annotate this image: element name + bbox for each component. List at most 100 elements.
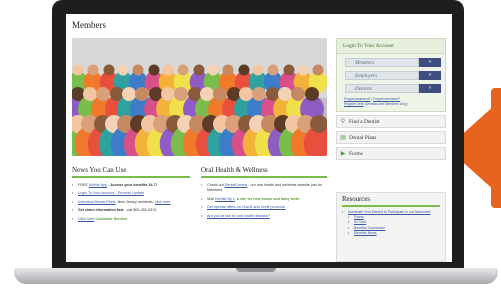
news-title: News You Can Use bbox=[72, 166, 127, 174]
oral-health-item: Visit Dentist By 1, a site for new moms … bbox=[201, 196, 327, 203]
individual-plans-link[interactable]: Individual Dental Plans bbox=[78, 200, 116, 204]
dental-plans-label: Dental Plans bbox=[349, 134, 377, 141]
oral-item-text: , a site for new moms and baby teeth. bbox=[234, 196, 301, 201]
dental-plans-button[interactable]: ▤ Dental Plans bbox=[336, 131, 446, 144]
hero-photo bbox=[72, 38, 327, 156]
person-head bbox=[291, 87, 305, 101]
forgot-password-link[interactable]: Forgot password? bbox=[344, 97, 370, 101]
login-panel: Login To Your Account Members » Employer… bbox=[336, 38, 446, 112]
person-head bbox=[135, 87, 149, 101]
special-offers-link[interactable]: Get special offers on Oral-B and Crest p… bbox=[207, 205, 286, 209]
document-icon: ▤ bbox=[340, 135, 346, 141]
person-head bbox=[200, 87, 214, 101]
laptop-notch bbox=[236, 268, 276, 272]
find-dentist-button[interactable]: ⚲ Find a Dentist bbox=[336, 115, 446, 128]
person-head bbox=[207, 64, 219, 76]
forms-link[interactable]: Forms bbox=[354, 215, 364, 219]
person-head bbox=[132, 64, 144, 76]
nj-click-here-link[interactable]: click here bbox=[155, 200, 171, 204]
person-head bbox=[177, 64, 189, 76]
find-dentist-label: Find a Dentist bbox=[349, 118, 380, 125]
laptop-screen: Members Login To Your Account Members » … bbox=[66, 14, 452, 262]
customer-service-link[interactable]: Click here bbox=[78, 217, 94, 221]
news-item-text: - call 800-452-9310. bbox=[123, 208, 158, 213]
person-head bbox=[174, 87, 188, 101]
person-head bbox=[87, 64, 99, 76]
resource-item: ID Card bbox=[348, 220, 440, 224]
oral-health-divider bbox=[201, 176, 327, 178]
page-title: Members bbox=[72, 20, 106, 30]
forms-label: Forms bbox=[349, 150, 363, 157]
person-head bbox=[193, 64, 205, 76]
news-item-text: FREE bbox=[78, 183, 89, 187]
login-members-row[interactable]: Members » bbox=[345, 58, 441, 67]
person-head bbox=[122, 87, 136, 101]
oral-health-item: Check out DentalCentral - our oral healt… bbox=[201, 183, 327, 194]
person-head bbox=[96, 87, 110, 101]
resources-list: Nominate Your Dentist to Participate in … bbox=[342, 210, 440, 214]
group-people-image bbox=[72, 38, 327, 156]
login-members-label[interactable]: Members bbox=[345, 58, 419, 67]
person-head bbox=[83, 87, 97, 101]
person-head bbox=[222, 64, 234, 76]
resources-title: Resources bbox=[342, 196, 370, 203]
login-help-links: Forgot password? | Forgot username? Regi… bbox=[344, 97, 408, 106]
person-head bbox=[213, 87, 227, 101]
news-item-text: Customer Service. bbox=[94, 216, 128, 221]
login-members-arrow-button[interactable]: » bbox=[419, 58, 441, 67]
person-head bbox=[283, 64, 295, 76]
news-item: Individual Dental Plans. New Jersey resi… bbox=[72, 199, 190, 206]
sidebar: Login To Your Account Members » Employer… bbox=[336, 38, 446, 160]
oral-health-item: Are you at risk for oral health disease? bbox=[201, 214, 327, 220]
person-head bbox=[297, 64, 309, 76]
risk-link[interactable]: Are you at risk for oral health disease? bbox=[207, 214, 270, 218]
login-employers-arrow-button[interactable]: » bbox=[419, 71, 441, 80]
dentist-by-1-link[interactable]: Dentist By 1 bbox=[215, 197, 235, 201]
benefits-connection-link[interactable]: Benefits Connection bbox=[354, 226, 385, 230]
oral-health-item: Get special offers on Oral-B and Crest p… bbox=[201, 205, 327, 211]
laptop-base bbox=[14, 268, 498, 284]
login-employers-label[interactable]: Employers bbox=[345, 71, 419, 80]
news-item-text: . New Jersey residents, bbox=[115, 199, 155, 204]
login-title: Login To Your Account bbox=[337, 39, 445, 54]
register-link[interactable]: Register here bbox=[344, 102, 364, 106]
person-head bbox=[103, 64, 115, 76]
nominate-dentist-link[interactable]: Nominate Your Dentist to Participate in … bbox=[348, 210, 430, 214]
news-item: Login To Your Account - Process Update bbox=[72, 191, 190, 197]
person-head bbox=[278, 87, 292, 101]
news-item-text: - Access your benefits 24-7! bbox=[107, 183, 157, 187]
news-section: News You Can Use FREE Mobile App - Acces… bbox=[72, 166, 190, 225]
login-dentists-arrow-button[interactable]: » bbox=[419, 84, 441, 93]
member-news-link[interactable]: Member News bbox=[354, 231, 377, 235]
person-head bbox=[161, 87, 175, 101]
claim-info-text: Get claim information fast bbox=[78, 208, 124, 213]
login-dentists-row[interactable]: Dentists » bbox=[345, 84, 441, 93]
news-list: FREE Mobile App - Access your benefits 2… bbox=[72, 183, 190, 222]
oral-health-title: Oral Health & Wellness bbox=[201, 166, 268, 174]
person-head bbox=[252, 87, 266, 101]
oral-health-section: Oral Health & Wellness Check out DentalC… bbox=[201, 166, 327, 222]
login-process-link[interactable]: Login To Your Account - Process Update bbox=[78, 191, 144, 195]
login-employers-row[interactable]: Employers » bbox=[345, 71, 441, 80]
news-item: Get claim information fast - call 800-45… bbox=[72, 208, 190, 214]
id-card-link[interactable]: ID Card bbox=[354, 220, 366, 224]
mobile-app-link[interactable]: Mobile App bbox=[89, 183, 107, 187]
resource-item: Benefits Connection bbox=[348, 226, 440, 230]
person-head bbox=[252, 64, 264, 76]
resources-sublist: Forms ID Card Benefits Connection Member… bbox=[348, 215, 440, 235]
resources-panel: Resources Nominate Your Dentist to Parti… bbox=[336, 192, 446, 262]
person-head bbox=[305, 87, 319, 101]
person-head bbox=[312, 64, 324, 76]
marketing-screenshot: Members Login To Your Account Members » … bbox=[0, 0, 501, 288]
person-head bbox=[72, 64, 84, 76]
dental-central-link[interactable]: DentalCentral bbox=[225, 183, 248, 187]
forms-button[interactable]: ▶ Forms bbox=[336, 147, 446, 160]
oral-item-text: Visit bbox=[207, 196, 215, 201]
resource-item: Member News bbox=[348, 231, 440, 235]
play-icon: ▶ bbox=[340, 151, 346, 157]
news-item: FREE Mobile App - Access your benefits 2… bbox=[72, 183, 190, 189]
person-head bbox=[239, 87, 253, 101]
person-head bbox=[267, 64, 279, 76]
login-dentists-label[interactable]: Dentists bbox=[345, 84, 419, 93]
forgot-username-link[interactable]: Forgot username? bbox=[373, 97, 400, 101]
